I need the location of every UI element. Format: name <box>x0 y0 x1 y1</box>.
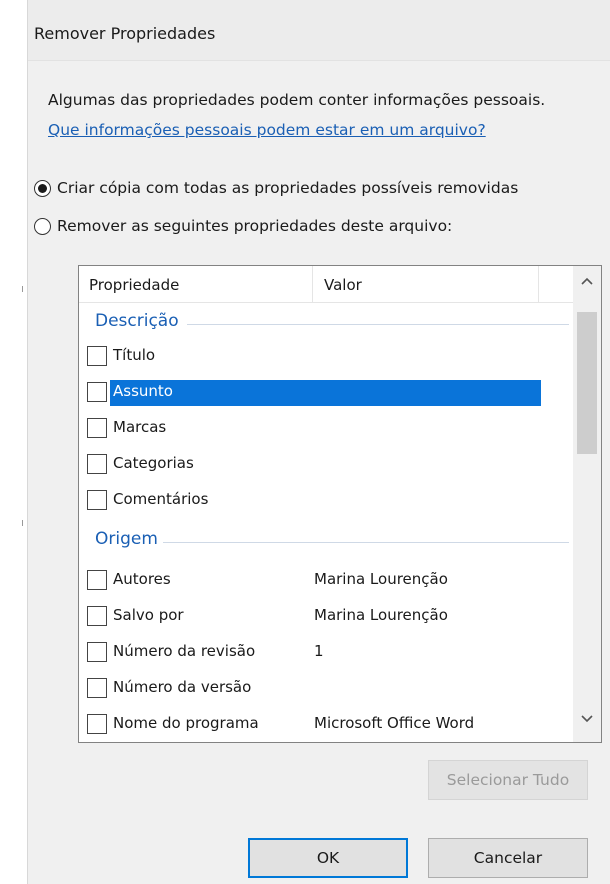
column-divider[interactable] <box>538 266 539 302</box>
row-checkbox[interactable] <box>87 382 107 402</box>
chevron-up-icon[interactable] <box>573 274 601 296</box>
option-create-copy[interactable]: Criar cópia com todas as propriedades po… <box>34 179 518 197</box>
property-value: Marina Lourenção <box>314 606 448 624</box>
property-label: Marcas <box>113 418 167 436</box>
property-row-revision-number[interactable]: Número da revisão 1 <box>79 636 573 670</box>
cancel-button[interactable]: Cancelar <box>428 838 588 878</box>
property-row-partial[interactable] <box>79 740 573 742</box>
option-remove-properties[interactable]: Remover as seguintes propriedades deste … <box>34 217 452 235</box>
radio-button[interactable] <box>34 217 51 235</box>
column-divider[interactable] <box>312 266 313 302</box>
property-value: Marina Lourenção <box>314 570 448 588</box>
background-window-edge <box>0 0 28 884</box>
property-row-categories[interactable]: Categorias <box>79 448 573 482</box>
property-label: Título <box>113 346 156 364</box>
property-row-tags[interactable]: Marcas <box>79 412 573 446</box>
chevron-down-icon[interactable] <box>573 712 601 734</box>
property-label: Assunto <box>113 382 173 400</box>
edge-mark <box>22 520 23 526</box>
row-checkbox[interactable] <box>87 346 107 366</box>
scrollbar-thumb[interactable] <box>577 312 597 454</box>
property-row-program-name[interactable]: Nome do programa Microsoft Office Word <box>79 708 573 742</box>
row-checkbox[interactable] <box>87 678 107 698</box>
list-header: Propriedade Valor <box>79 266 573 303</box>
property-label: Salvo por <box>113 606 184 624</box>
column-header-property[interactable]: Propriedade <box>89 276 179 294</box>
property-label: Autores <box>113 570 171 588</box>
property-label: Nome do programa <box>113 714 259 732</box>
row-checkbox[interactable] <box>87 490 107 510</box>
row-checkbox[interactable] <box>87 714 107 734</box>
property-value: 1 <box>314 642 324 660</box>
group-header-origin: Origem <box>95 529 158 549</box>
personal-info-link[interactable]: Que informações pessoais podem estar em … <box>48 121 486 139</box>
edge-mark <box>22 286 23 292</box>
list-scrollbar[interactable] <box>573 266 601 742</box>
property-row-comments[interactable]: Comentários <box>79 484 573 518</box>
dialog-titlebar: Remover Propriedades <box>28 0 610 61</box>
property-value: Microsoft Office Word <box>314 714 475 732</box>
ok-button[interactable]: OK <box>248 838 408 878</box>
property-label: Comentários <box>113 490 209 508</box>
properties-list[interactable]: Propriedade Valor Descrição Título Assun… <box>78 265 602 743</box>
property-label: Número da versão <box>113 678 252 696</box>
row-checkbox[interactable] <box>87 642 107 662</box>
property-row-subject[interactable]: Assunto <box>79 376 573 410</box>
property-row-saved-by[interactable]: Salvo por Marina Lourenção <box>79 600 573 634</box>
row-checkbox[interactable] <box>87 454 107 474</box>
radio-button-selected[interactable] <box>34 179 51 197</box>
property-row-title[interactable]: Título <box>79 340 573 374</box>
property-label: Categorias <box>113 454 194 472</box>
property-row-version-number[interactable]: Número da versão <box>79 672 573 706</box>
property-row-authors[interactable]: Autores Marina Lourenção <box>79 564 573 598</box>
dialog-title: Remover Propriedades <box>34 24 216 43</box>
option-remove-properties-label: Remover as seguintes propriedades deste … <box>57 217 453 235</box>
group-header-description: Descrição <box>95 311 179 331</box>
group-divider <box>187 324 569 325</box>
option-create-copy-label: Criar cópia com todas as propriedades po… <box>57 179 519 197</box>
column-header-value[interactable]: Valor <box>324 276 362 294</box>
select-all-button[interactable]: Selecionar Tudo <box>428 760 588 800</box>
info-text: Algumas das propriedades podem conter in… <box>48 91 546 109</box>
row-checkbox[interactable] <box>87 606 107 626</box>
row-checkbox[interactable] <box>87 570 107 590</box>
row-checkbox[interactable] <box>87 418 107 438</box>
selection-highlight <box>110 380 541 406</box>
property-label: Número da revisão <box>113 642 256 660</box>
remove-properties-dialog: Remover Propriedades Algumas das proprie… <box>28 0 610 884</box>
group-divider <box>163 542 569 543</box>
